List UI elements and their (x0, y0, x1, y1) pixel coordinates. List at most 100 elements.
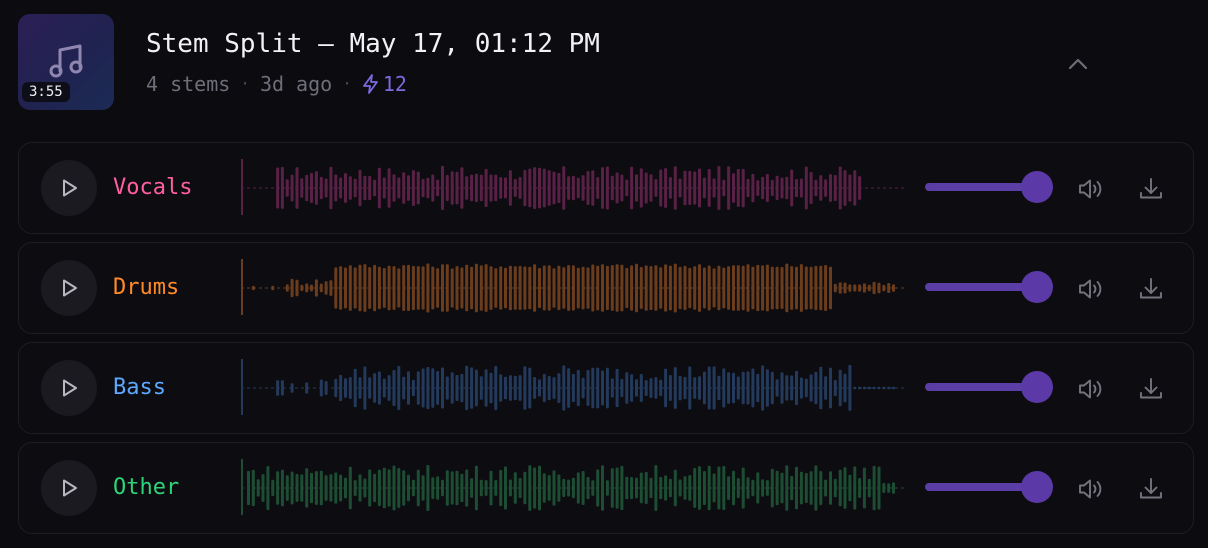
waveform-bar (421, 368, 425, 408)
waveform-bar (397, 268, 401, 308)
waveform-bar (717, 166, 721, 210)
waveform-bar (416, 266, 420, 310)
waveform[interactable] (241, 359, 907, 417)
waveform-bar (324, 381, 328, 395)
waveform-bar (557, 265, 561, 311)
waveform-bar (848, 174, 852, 202)
download-button[interactable] (1137, 375, 1165, 403)
playhead (241, 259, 243, 315)
download-button[interactable] (1137, 475, 1165, 503)
volume-thumb[interactable] (1021, 471, 1053, 503)
mute-button[interactable] (1076, 375, 1104, 403)
waveform[interactable] (241, 459, 907, 517)
waveform-bar (843, 373, 847, 403)
volume-thumb[interactable] (1021, 271, 1053, 303)
waveform-bar (421, 475, 425, 501)
waveform-bar (576, 177, 580, 199)
waveform-bar (765, 369, 769, 407)
waveform-bar (392, 370, 396, 406)
waveform-bar (644, 172, 648, 204)
waveform-bar (625, 179, 629, 197)
play-button[interactable] (41, 360, 97, 416)
waveform-bar (601, 370, 604, 406)
waveform-bar (644, 265, 648, 311)
waveform-bar (431, 174, 435, 202)
waveform-bar (368, 267, 372, 309)
waveform-bar (528, 465, 532, 511)
download-button[interactable] (1137, 175, 1165, 203)
waveform-bar (382, 467, 386, 509)
waveform-bar (557, 373, 561, 403)
waveform-bar (431, 368, 435, 408)
waveform-bar (746, 178, 750, 198)
waveform-bar (804, 378, 808, 398)
waveform-bar (290, 471, 294, 505)
waveform-bar (581, 175, 585, 201)
waveform-bar (882, 284, 886, 292)
waveform-bar (314, 471, 318, 505)
waveform-bar (533, 167, 537, 209)
waveform-bar (571, 373, 575, 403)
waveform[interactable] (241, 159, 907, 217)
volume-slider[interactable] (925, 269, 1053, 305)
waveform-bar (829, 471, 832, 505)
play-button[interactable] (41, 260, 97, 316)
waveform-bar (819, 265, 823, 311)
waveform-bar (450, 372, 454, 404)
waveform-bar (552, 268, 556, 308)
waveform-bar (707, 465, 711, 511)
waveform-bar (470, 478, 474, 498)
waveform-bar (533, 377, 537, 399)
waveform-bar (441, 264, 444, 312)
play-button[interactable] (41, 460, 97, 516)
mute-button[interactable] (1076, 175, 1104, 203)
waveform-bar (693, 171, 697, 205)
waveform-bar (712, 473, 716, 503)
waveform-bar (688, 366, 692, 410)
volume-thumb[interactable] (1021, 371, 1053, 403)
waveform-bar (843, 282, 847, 294)
waveform-bar (804, 166, 808, 210)
waveform-bar (382, 268, 386, 308)
waveform-bar (829, 367, 832, 409)
waveform-bar (872, 465, 876, 511)
waveform-bar (722, 466, 726, 510)
volume-slider[interactable] (925, 469, 1053, 505)
waveform-bar (615, 172, 619, 204)
stem-name: Drums (113, 275, 180, 300)
waveform-bar (445, 175, 449, 201)
waveform-bar (470, 174, 474, 202)
waveform-bar (251, 285, 255, 291)
mute-button[interactable] (1076, 275, 1104, 303)
waveform-bar (484, 168, 488, 207)
download-button[interactable] (1137, 275, 1165, 303)
waveform-bar (678, 479, 682, 497)
waveform[interactable] (241, 259, 907, 317)
play-button[interactable] (41, 160, 97, 216)
volume-slider[interactable] (925, 369, 1053, 405)
waveform-bar (659, 379, 663, 397)
waveform-bar (775, 470, 779, 506)
waveform-bar (576, 472, 580, 504)
waveform-bar (780, 372, 784, 404)
track-thumbnail: 3:55 (18, 14, 114, 110)
waveform-bar (693, 266, 697, 310)
waveform-bar (387, 375, 391, 401)
waveform-bar (809, 374, 813, 402)
waveform-bar (635, 477, 638, 499)
waveform-bar (460, 167, 464, 209)
volume-slider[interactable] (925, 169, 1053, 205)
waveform-bar (678, 266, 682, 310)
waveform-bar (567, 368, 571, 408)
mute-button[interactable] (1076, 475, 1104, 503)
waveform-bar (756, 472, 760, 504)
waveform-bar (838, 166, 842, 210)
volume-thumb[interactable] (1021, 171, 1053, 203)
stem-name: Vocals (113, 175, 193, 200)
waveform-bar (610, 378, 614, 398)
waveform-bar (319, 470, 323, 506)
playhead (241, 359, 243, 415)
chevron-up-icon[interactable] (1064, 50, 1092, 78)
waveform-bar (795, 179, 798, 198)
waveform-bar (499, 266, 503, 310)
